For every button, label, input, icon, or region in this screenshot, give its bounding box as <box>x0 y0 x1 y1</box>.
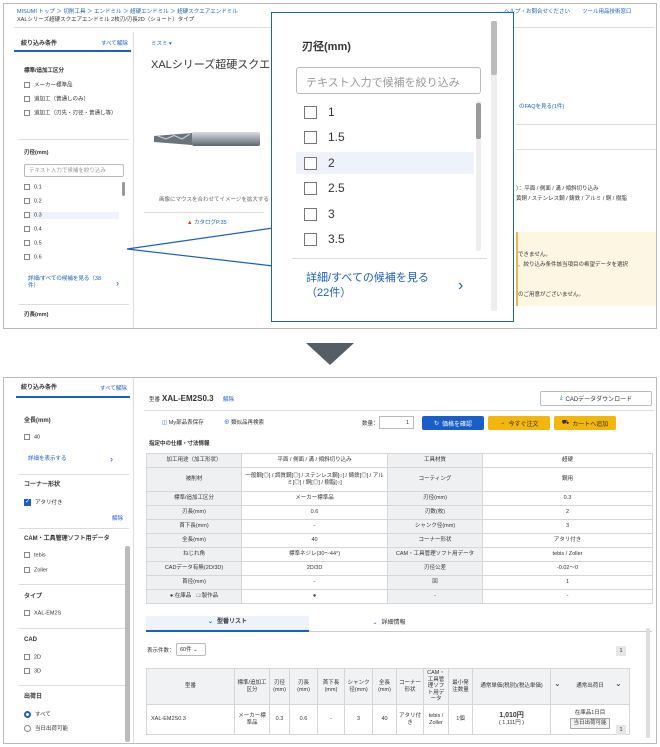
checkmark-icon: ✓ <box>24 499 31 506</box>
type-option[interactable]: XAL-EM2S <box>24 610 61 617</box>
order-now-button[interactable]: → 今すぐ注文 <box>488 416 550 430</box>
similar-search-button[interactable]: ⊕ 類似品再検索 <box>224 420 264 427</box>
qty-label: 数量： <box>362 421 379 427</box>
ship-badge: 当日出荷可能 <box>570 718 610 729</box>
cart-icon: ⛟ <box>561 420 570 426</box>
down-arrow-icon <box>306 343 354 365</box>
save-parts-button[interactable]: ◫ My部品表保存 <box>162 420 204 427</box>
chevron-down-icon: ⌄ <box>193 647 198 653</box>
column-header: 最小発注数量 <box>448 668 473 705</box>
show-details-link[interactable]: 詳細を表示する <box>28 456 67 463</box>
check-price-button[interactable]: ↻ 価格を確認 <box>422 416 484 430</box>
refresh-icon: ↻ <box>433 420 439 427</box>
column-header: 全長(mm) <box>372 668 397 705</box>
cad-title: CAD <box>24 637 37 643</box>
corner-shape-option[interactable]: ✓ アタリ付き <box>24 499 63 507</box>
table-row[interactable]: XAL-EM2S0.3 メーカー標準品 0.3 0.6 - 3 40 アタリ付き… <box>146 704 630 735</box>
column-header: シャンク径(mm) <box>344 668 373 705</box>
cad-option[interactable]: 2D <box>24 654 41 661</box>
ship-date: 在庫品1日目 <box>574 710 606 717</box>
filter-title: 絞り込み条件 <box>21 385 58 391</box>
panel-scrollbar-thumb[interactable] <box>491 21 497 75</box>
zoom-search-input[interactable]: テキスト入力で候補を絞り込み <box>296 67 481 94</box>
zoom-diameter-option[interactable]: 3 <box>304 204 335 224</box>
total-length-option[interactable]: 40 <box>24 434 40 441</box>
zoom-diameter-option[interactable]: 2 <box>304 153 335 173</box>
main-scrollbar[interactable] <box>646 628 650 738</box>
spec-table: 加工用途（加工形状） 平面 / 側面 / 溝 / 傾斜切り込み 工具材質 超硬 被削材… <box>146 453 653 604</box>
corner-shape-title: コーナー形状 <box>24 482 61 488</box>
chevron-down-icon[interactable]: ⌄ <box>615 679 622 688</box>
ship-option[interactable]: すべて <box>24 711 51 719</box>
search-icon: ⊕ <box>224 420 230 426</box>
tab-details[interactable]: ⌄ 詳細情報 <box>309 616 469 632</box>
chevron-right-icon: › <box>110 454 113 464</box>
model-label: 型番 <box>149 397 161 403</box>
zoom-more-candidates-link[interactable]: 詳細/すべての候補を見る（22件） <box>306 271 446 301</box>
page-number[interactable]: 1 <box>616 646 626 656</box>
arrow-icon: → <box>499 420 506 426</box>
zoom-diameter-option[interactable]: 1 <box>304 102 335 122</box>
save-icon: ◫ <box>162 420 168 426</box>
cam-option[interactable]: tebis <box>24 552 46 559</box>
cam-option[interactable]: Zoller <box>24 567 48 574</box>
add-to-cart-button[interactable]: ⛟ カートへ追加 <box>554 416 616 430</box>
column-header: コーナー形状 <box>396 668 424 705</box>
column-header[interactable]: 通常単価(税別)(税込単価) <box>472 668 551 705</box>
clear-all-link[interactable]: すべて解除 <box>100 386 127 393</box>
bottom-screenshot: 絞り込み条件 すべて解除 全長(mm) 40 詳細を表示する › コーナー形状 … <box>3 377 657 744</box>
cam-data-title: CAM・工具管理ソフト用データ <box>24 536 110 542</box>
spec-section-title: 指定中の仕様・寸法情報 <box>149 441 210 447</box>
ship-option[interactable]: 当日出荷可能 <box>24 725 68 733</box>
chevron-right-icon: › <box>458 277 464 294</box>
model-release-link[interactable]: 解除 <box>223 397 234 404</box>
per-page-select[interactable]: 60件 ⌄ <box>176 643 206 656</box>
ship-date-title: 出荷日 <box>24 694 43 700</box>
corner-clear-link[interactable]: 解除 <box>112 516 123 523</box>
zoom-title: 刃径(mm) <box>302 41 351 53</box>
type-title: タイプ <box>24 594 43 600</box>
quantity-input[interactable]: 1 <box>379 416 414 429</box>
model-number: XAL-EM2S0.3 <box>162 394 214 403</box>
zoom-panel: 刃径(mm) テキスト入力で候補を絞り込み 1 1.5 2 2.5 3 3.5 … <box>271 12 514 322</box>
total-length-title: 全長(mm) <box>24 418 51 424</box>
zoom-diameter-option[interactable]: 3.5 <box>304 229 345 249</box>
column-header: 首下長(mm) <box>317 668 345 705</box>
column-header: 刃長(mm) <box>289 668 318 705</box>
chevron-down-icon: ⌄ <box>372 619 378 626</box>
chevron-down-icon[interactable]: ⌄ <box>554 679 561 688</box>
per-page-label: 表示件数： <box>147 648 175 654</box>
column-header: 型番 <box>146 668 235 705</box>
column-header: 刃径(mm) <box>269 668 290 705</box>
chevron-down-icon: ⌄ <box>207 619 213 626</box>
cad-option[interactable]: 3D <box>24 668 41 675</box>
zoom-diameter-option[interactable]: 1.5 <box>304 127 345 147</box>
tab-model-list[interactable]: ⌄ 型番リスト <box>146 616 309 632</box>
price-tax: ( 1,111円 ) <box>498 720 525 727</box>
column-header: CAM・工具管理ソフト用データ <box>423 668 449 705</box>
filter-scrollbar[interactable] <box>125 546 130 742</box>
download-icon: ⤓ <box>559 395 563 401</box>
zoom-diameter-option[interactable]: 2.5 <box>304 178 345 198</box>
cad-download-button[interactable]: ⤓ CADデータダウンロード <box>540 391 652 406</box>
zoom-scrollbar-thumb[interactable] <box>476 103 481 139</box>
column-header: 標準/追加工区分 <box>234 668 270 705</box>
page-number[interactable]: 1 <box>616 725 626 735</box>
